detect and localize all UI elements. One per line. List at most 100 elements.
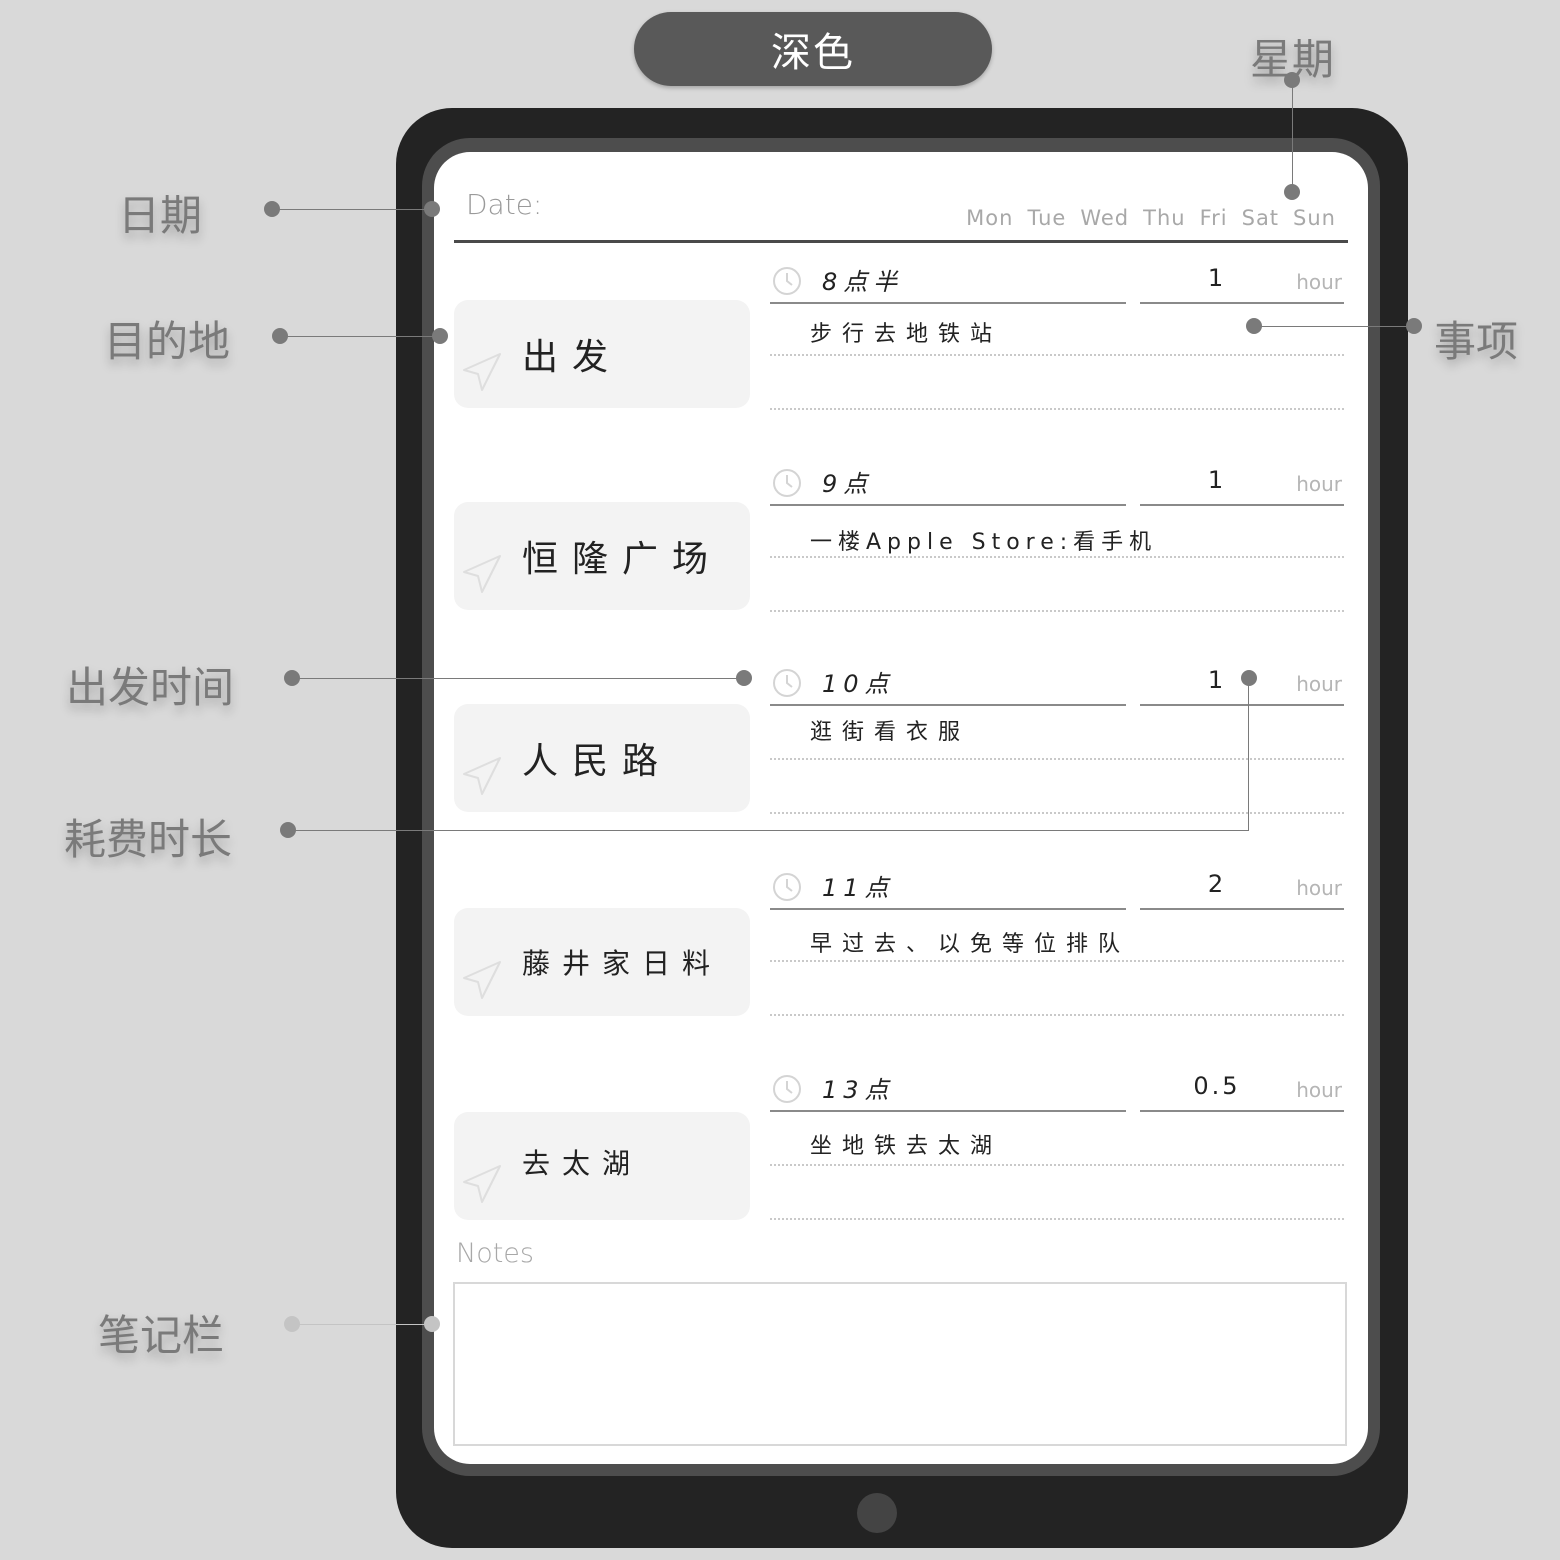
task-line (770, 408, 1344, 410)
clock-icon (773, 669, 801, 697)
task-line (770, 812, 1344, 814)
time-row: 11点 2 hour (770, 864, 1344, 910)
weekday-selector: Mon Tue Wed Thu Fri Sat Sun (966, 206, 1336, 230)
clock-icon (773, 267, 801, 295)
clock-icon (773, 873, 801, 901)
home-button[interactable] (857, 1493, 897, 1533)
task-line (770, 556, 1344, 558)
destination-card[interactable]: 恒隆广场 (454, 502, 750, 610)
callout-line (1254, 326, 1414, 327)
weekday-wed[interactable]: Wed (1080, 206, 1129, 230)
task-field[interactable]: 早过去、以免等位排队 (810, 926, 1130, 958)
callout-dot (424, 1316, 440, 1332)
date-field[interactable]: Date: (466, 188, 542, 221)
task-line (770, 610, 1344, 612)
callout-dot (424, 201, 440, 217)
weekday-sun[interactable]: Sun (1293, 206, 1336, 230)
task-line (770, 1164, 1344, 1166)
time-row: 10点 1 hour (770, 660, 1344, 706)
destination-name: 恒隆广场 (522, 539, 723, 580)
depart-time-field[interactable]: 8点半 (822, 262, 903, 297)
destination-card[interactable]: 出发 (454, 300, 750, 408)
callout-dot (272, 328, 288, 344)
weekday-sat[interactable]: Sat (1242, 206, 1279, 230)
callout-line (272, 209, 432, 210)
time-underline (770, 1110, 1126, 1112)
weekday-fri[interactable]: Fri (1200, 206, 1228, 230)
task-field[interactable]: 逛街看衣服 (810, 714, 970, 746)
destination-name: 藤井家日料 (522, 947, 723, 980)
hour-unit-label: hour (1296, 472, 1342, 496)
callout-task: 事项 (1434, 317, 1519, 366)
duration-field[interactable]: 1 (1140, 666, 1294, 694)
time-underline (770, 908, 1126, 910)
hour-unit-label: hour (1296, 672, 1342, 696)
task-line (770, 960, 1344, 962)
duration-field[interactable]: 2 (1140, 870, 1294, 898)
callout-line (292, 1324, 432, 1325)
duration-underline (1140, 302, 1344, 304)
duration-underline (1140, 908, 1344, 910)
callout-dot (1246, 318, 1262, 334)
duration-field[interactable]: 1 (1140, 466, 1294, 494)
duration-field[interactable]: 1 (1140, 264, 1294, 292)
notes-label: Notes (456, 1238, 534, 1269)
navigation-arrow-icon (463, 353, 501, 391)
navigation-arrow-icon (463, 1165, 501, 1203)
callout-line (288, 830, 1249, 831)
callout-notes: 笔记栏 (98, 1311, 225, 1360)
destination-card[interactable]: 去太湖 (454, 1112, 750, 1220)
notes-textarea[interactable] (453, 1282, 1347, 1446)
depart-time-field[interactable]: 11点 (822, 868, 895, 903)
duration-field[interactable]: 0.5 (1140, 1072, 1294, 1100)
weekday-mon[interactable]: Mon (966, 206, 1013, 230)
duration-underline (1140, 704, 1344, 706)
task-line (770, 1014, 1344, 1016)
callout-dot (284, 670, 300, 686)
destination-card[interactable]: 人民路 (454, 704, 750, 812)
planner-screen: Date: Mon Tue Wed Thu Fri Sat Sun 出发 8点半… (434, 152, 1368, 1464)
callout-destination: 目的地 (104, 317, 231, 366)
callout-depart-time: 出发时间 (66, 663, 235, 712)
weekday-tue[interactable]: Tue (1027, 206, 1066, 230)
depart-time-field[interactable]: 9点 (822, 464, 873, 499)
hour-unit-label: hour (1296, 876, 1342, 900)
header-divider (454, 240, 1348, 243)
hour-unit-label: hour (1296, 270, 1342, 294)
destination-card[interactable]: 藤井家日料 (454, 908, 750, 1016)
navigation-arrow-icon (463, 961, 501, 999)
callout-line (280, 336, 440, 337)
callout-line (1292, 80, 1293, 192)
theme-dark-button[interactable]: 深色 (634, 12, 992, 86)
callout-dot (264, 201, 280, 217)
task-field[interactable]: 坐地铁去太湖 (810, 1128, 1002, 1160)
callout-dot (1241, 670, 1257, 686)
task-line (770, 354, 1344, 356)
callout-dot (432, 328, 448, 344)
callout-dot (1284, 72, 1300, 88)
task-field[interactable]: 步行去地铁站 (810, 316, 1002, 348)
callout-dot (284, 1316, 300, 1332)
callout-date: 日期 (118, 191, 203, 240)
task-line (770, 1218, 1344, 1220)
callout-dot (736, 670, 752, 686)
task-field[interactable]: 一楼Apple Store:看手机 (810, 524, 1157, 556)
clock-icon (773, 1075, 801, 1103)
hour-unit-label: hour (1296, 1078, 1342, 1102)
destination-name: 出发 (522, 337, 623, 378)
weekday-thu[interactable]: Thu (1143, 206, 1185, 230)
time-row: 13点 0.5 hour (770, 1066, 1344, 1112)
destination-name: 人民路 (522, 741, 673, 782)
task-line (770, 758, 1344, 760)
time-row: 9点 1 hour (770, 460, 1344, 506)
callout-line (292, 678, 744, 679)
navigation-arrow-icon (463, 757, 501, 795)
callout-duration: 耗费时长 (64, 815, 233, 864)
depart-time-field[interactable]: 13点 (822, 1070, 895, 1105)
callout-dot (1284, 184, 1300, 200)
theme-dark-label: 深色 (771, 30, 855, 76)
depart-time-field[interactable]: 10点 (822, 664, 895, 699)
time-underline (770, 704, 1126, 706)
duration-underline (1140, 1110, 1344, 1112)
clock-icon (773, 469, 801, 497)
